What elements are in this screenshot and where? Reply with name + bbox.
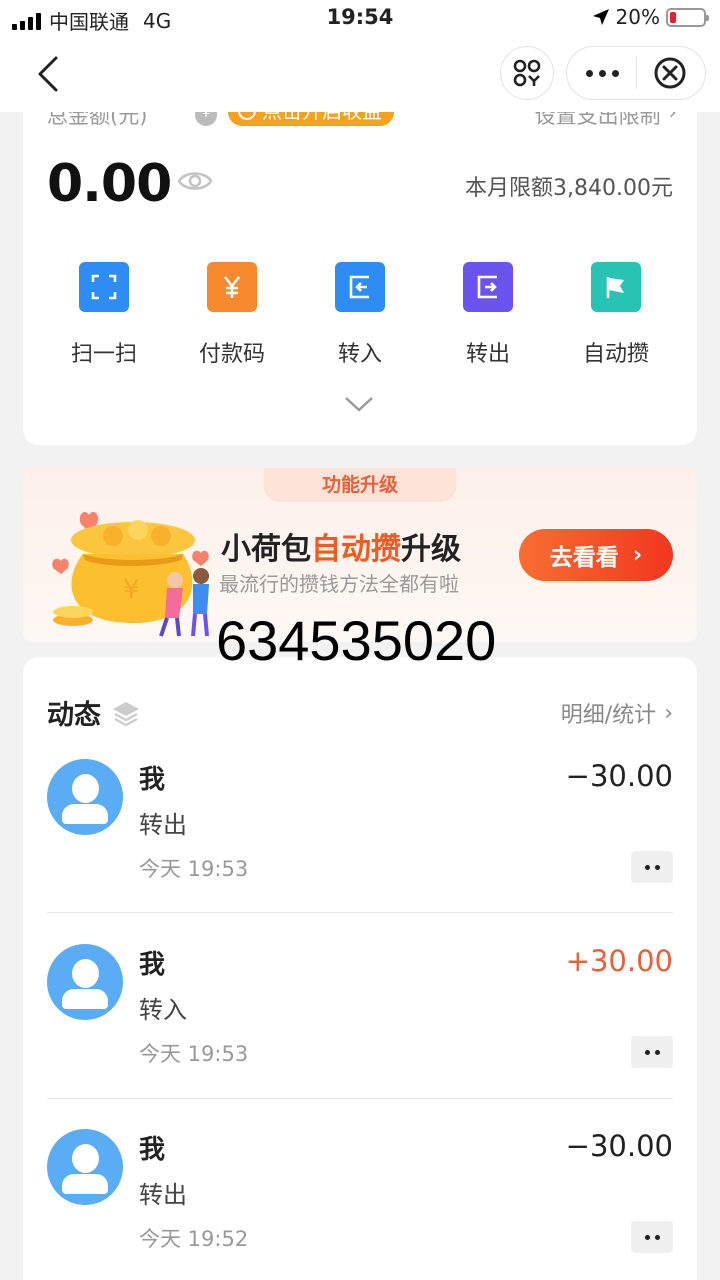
- list-item[interactable]: 我 转入 今天 19:53 +30.00: [47, 944, 673, 1130]
- capsule-menu: [566, 46, 706, 100]
- layers-icon: [113, 701, 139, 726]
- avatar: [47, 944, 123, 1020]
- scan-icon: [79, 262, 129, 312]
- promo-tab-label: 功能升级: [264, 468, 456, 502]
- transfer-out-icon: [463, 262, 513, 312]
- action-transfer-out[interactable]: 转出: [424, 262, 552, 368]
- enable-earnings-badge[interactable]: 点击开启收益: [228, 112, 394, 126]
- nav-bar: [0, 36, 720, 112]
- shield-yuan-icon: ¥: [195, 112, 217, 126]
- battery-percent: 20%: [615, 5, 660, 29]
- more-options-icon[interactable]: [570, 69, 636, 77]
- chevron-right-icon: ›: [664, 700, 673, 726]
- action-scan[interactable]: 扫一扫: [40, 262, 168, 368]
- close-circle-icon: [654, 57, 685, 89]
- details-stats-link[interactable]: 明细/统计 ›: [561, 697, 673, 729]
- location-arrow-icon: [592, 9, 609, 25]
- status-bar: 中国联通 4G 19:54 20%: [0, 0, 720, 36]
- close-mini-app-button[interactable]: [637, 56, 703, 90]
- chevron-right-icon: ›: [668, 112, 677, 124]
- spending-limit-link[interactable]: 设置支出限制 ›: [535, 112, 677, 130]
- monthly-limit: 本月限额3,840.00元: [465, 176, 673, 201]
- quick-actions: 扫一扫 付款码 转入 转出 自动攒: [23, 262, 697, 368]
- activity-title: 动态: [47, 693, 141, 732]
- record-amount: +30.00: [565, 944, 673, 978]
- eye-toggle-icon[interactable]: [177, 168, 213, 194]
- chevron-down-icon[interactable]: [344, 394, 374, 414]
- balance-amount: 0.00: [47, 154, 172, 214]
- back-arrow-icon[interactable]: [30, 54, 70, 94]
- more-dots-button[interactable]: [631, 1221, 673, 1253]
- list-item[interactable]: 我 转出 今天 19:53 −30.00: [47, 759, 673, 945]
- more-dots-button[interactable]: [631, 851, 673, 883]
- list-item[interactable]: 我 转出 今天 19:52 −30.00: [47, 1129, 673, 1280]
- flag-icon: [591, 262, 641, 312]
- more-dots-button[interactable]: [631, 1036, 673, 1068]
- avatar: [47, 1129, 123, 1205]
- scan-share-button[interactable]: [500, 46, 554, 100]
- balance-card: 总金额(元) ¥ 点击开启收益 设置支出限制 › 0.00 本月限额3,840.…: [23, 112, 697, 445]
- record-amount: −30.00: [565, 1129, 673, 1163]
- scan-code-icon: [513, 59, 541, 87]
- battery-icon: [666, 7, 709, 27]
- transfer-in-icon: [335, 262, 385, 312]
- action-transfer-in[interactable]: 转入: [296, 262, 424, 368]
- total-amount-label: 总金额(元): [47, 112, 148, 128]
- action-pay-code[interactable]: 付款码: [168, 262, 296, 368]
- overlay-number: 634535020: [216, 609, 497, 672]
- record-amount: −30.00: [565, 759, 673, 793]
- earnings-icon: [238, 112, 256, 120]
- action-auto-save[interactable]: 自动攒: [552, 262, 680, 368]
- promo-title: 小荷包自动攒升级: [221, 532, 461, 567]
- money-bag-illustration: ¥: [52, 511, 209, 637]
- yuan-icon: [207, 262, 257, 312]
- svg-text:¥: ¥: [123, 575, 140, 605]
- avatar: [47, 759, 123, 835]
- go-see-button[interactable]: 去看看 ›: [519, 529, 673, 581]
- activity-card: 动态 明细/统计 › 我 转出 今天 19:53 −30.00 我 转入 今天 …: [23, 657, 697, 1280]
- promo-subtitle: 最流行的攒钱方法全都有啦: [219, 572, 459, 596]
- chevron-right-icon: ›: [632, 542, 643, 568]
